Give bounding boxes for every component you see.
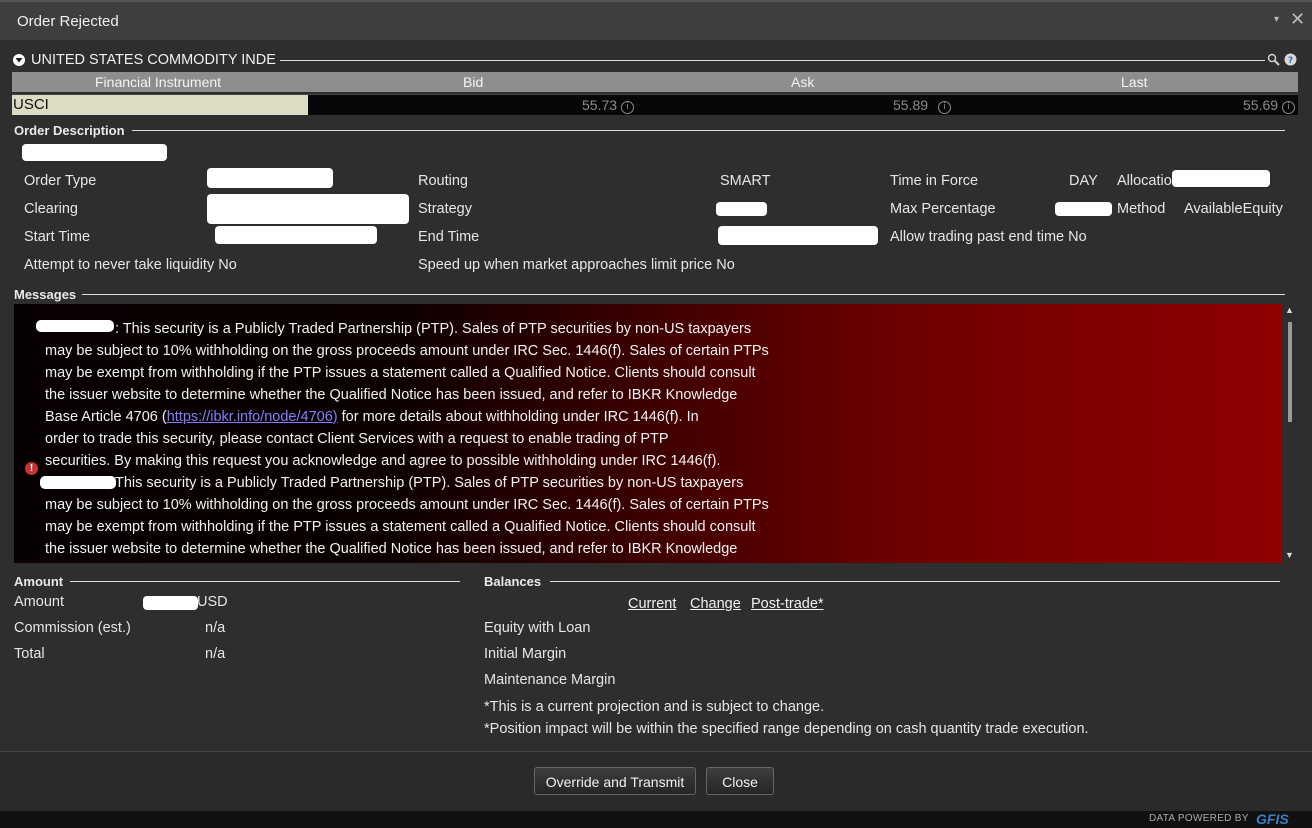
- balances-title: Balances: [484, 574, 542, 589]
- info-icon[interactable]: i: [938, 101, 952, 114]
- allocation-label: Allocatio: [1117, 173, 1172, 189]
- col-bid[interactable]: Bid: [463, 74, 483, 90]
- time-in-force-value: DAY: [1069, 173, 1098, 189]
- start-time-label: Start Time: [24, 229, 91, 245]
- method-label: Method: [1117, 201, 1166, 217]
- divider: [82, 294, 1285, 295]
- scrollbar-thumb[interactable]: [1288, 322, 1292, 422]
- scroll-down-icon[interactable]: ▼: [1285, 550, 1294, 560]
- powered-by-text: DATA POWERED BY: [1149, 813, 1249, 824]
- redacted-text: [215, 226, 377, 244]
- info-icon[interactable]: i: [621, 101, 635, 114]
- redacted-text: [143, 596, 198, 610]
- end-time-label: End Time: [418, 229, 480, 245]
- redacted-text: [207, 168, 333, 188]
- projection-note: *This is a current projection and is sub…: [484, 699, 825, 715]
- redacted-text: [22, 144, 167, 161]
- window-menu-icon[interactable]: ▾: [1274, 14, 1279, 25]
- messages-scrollbar[interactable]: ▲ ▼: [1284, 304, 1296, 563]
- collapse-arrow-icon[interactable]: [13, 54, 25, 66]
- col-last[interactable]: Last: [1121, 74, 1147, 90]
- redacted-text: [716, 202, 767, 216]
- speed-up-label: Speed up when market approaches limit pr…: [418, 257, 735, 273]
- window-title: Order Rejected: [17, 13, 119, 30]
- redacted-text: [40, 476, 116, 489]
- redacted-text: [1172, 170, 1270, 187]
- equity-with-loan-label: Equity with Loan: [484, 620, 591, 636]
- message-line: order to trade this security, please con…: [45, 431, 669, 447]
- message-line: securities. By making this request you a…: [45, 453, 721, 469]
- tab-current[interactable]: Current: [628, 596, 676, 612]
- commission-label: Commission (est.): [14, 620, 131, 636]
- instrument-row[interactable]: USCI 55.73 i 55.89 i 55.69 i: [12, 94, 1298, 115]
- divider: [132, 130, 1285, 131]
- messages-title: Messages: [14, 287, 77, 302]
- time-in-force-label: Time in Force: [890, 173, 979, 189]
- close-button[interactable]: Close: [706, 767, 774, 795]
- message-line: Base Article 4706 (https://ibkr.info/nod…: [45, 409, 699, 425]
- speed-up-value: No: [716, 257, 735, 273]
- order-type-label: Order Type: [24, 173, 97, 189]
- message-line: may be exempt from withholding if the PT…: [45, 365, 756, 381]
- message-line: may be subject to 10% withholding on the…: [45, 343, 769, 359]
- ask-value: 55.89 i: [893, 97, 952, 114]
- info-icon[interactable]: i: [1282, 101, 1296, 114]
- error-icon: !: [25, 462, 38, 475]
- order-description-title: Order Description: [14, 123, 125, 138]
- symbol-cell[interactable]: USCI: [12, 95, 308, 115]
- allow-trading-value: No: [1068, 229, 1087, 245]
- amount-currency: USD: [197, 594, 228, 610]
- help-icon[interactable]: ?: [1284, 53, 1297, 66]
- scroll-up-icon[interactable]: ▲: [1285, 305, 1294, 315]
- redacted-text: [1055, 202, 1112, 216]
- gfis-logo: GFIS: [1256, 811, 1289, 827]
- routing-label: Routing: [418, 173, 468, 189]
- close-icon[interactable]: ✕: [1290, 10, 1305, 28]
- override-transmit-button[interactable]: Override and Transmit: [534, 767, 696, 795]
- redacted-text: [207, 194, 409, 224]
- bid-value: 55.73 i: [582, 97, 635, 114]
- divider: [70, 581, 460, 582]
- routing-value: SMART: [720, 173, 771, 189]
- kb-article-link[interactable]: https://ibkr.info/node/4706): [167, 409, 338, 425]
- total-value: n/a: [205, 646, 226, 662]
- message-line: may be subject to 10% withholding on the…: [45, 497, 769, 513]
- attempt-liquidity-value: No: [218, 257, 237, 273]
- divider: [550, 581, 1280, 582]
- initial-margin-label: Initial Margin: [484, 646, 567, 662]
- message-line: may be exempt from withholding if the PT…: [45, 519, 756, 535]
- col-financial-instrument[interactable]: Financial Instrument: [95, 74, 221, 90]
- instrument-grid-header: Financial Instrument Bid Ask Last: [12, 72, 1298, 92]
- clearing-label: Clearing: [24, 201, 78, 217]
- message-line: the issuer website to determine whether …: [45, 387, 738, 403]
- attempt-liquidity-label: Attempt to never take liquidity No: [24, 257, 237, 273]
- svg-text:?: ?: [1288, 56, 1293, 66]
- col-ask[interactable]: Ask: [791, 74, 814, 90]
- divider: [280, 60, 1265, 61]
- amount-title: Amount: [14, 574, 64, 589]
- max-percentage-label: Max Percentage: [890, 201, 996, 217]
- message-line: This security is a Publicly Traded Partn…: [115, 475, 744, 491]
- allow-trading-label: Allow trading past end time No: [890, 229, 1087, 245]
- redacted-text: [718, 226, 878, 245]
- method-value: AvailableEquity: [1184, 201, 1283, 217]
- last-value: 55.69 i: [1243, 97, 1296, 114]
- redacted-text: [36, 320, 114, 332]
- button-bar: Override and Transmit Close: [0, 751, 1312, 812]
- amount-label: Amount: [14, 594, 64, 610]
- commission-value: n/a: [205, 620, 226, 636]
- strategy-label: Strategy: [418, 201, 472, 217]
- messages-panel[interactable]: : This security is a Publicly Traded Par…: [14, 304, 1282, 563]
- title-bar: Order Rejected ▾ ✕: [0, 0, 1312, 40]
- tab-post-trade[interactable]: Post-trade*: [751, 596, 824, 612]
- position-impact-note: *Position impact will be within the spec…: [484, 721, 1089, 737]
- instrument-header: UNITED STATES COMMODITY INDE: [31, 52, 276, 68]
- total-label: Total: [14, 646, 45, 662]
- tab-change[interactable]: Change: [690, 596, 741, 612]
- search-icon[interactable]: [1267, 53, 1280, 66]
- status-bar: DATA POWERED BY GFIS: [0, 811, 1312, 828]
- message-line: the issuer website to determine whether …: [45, 541, 738, 557]
- maintenance-margin-label: Maintenance Margin: [484, 672, 616, 688]
- message-line: : This security is a Publicly Traded Par…: [115, 321, 752, 337]
